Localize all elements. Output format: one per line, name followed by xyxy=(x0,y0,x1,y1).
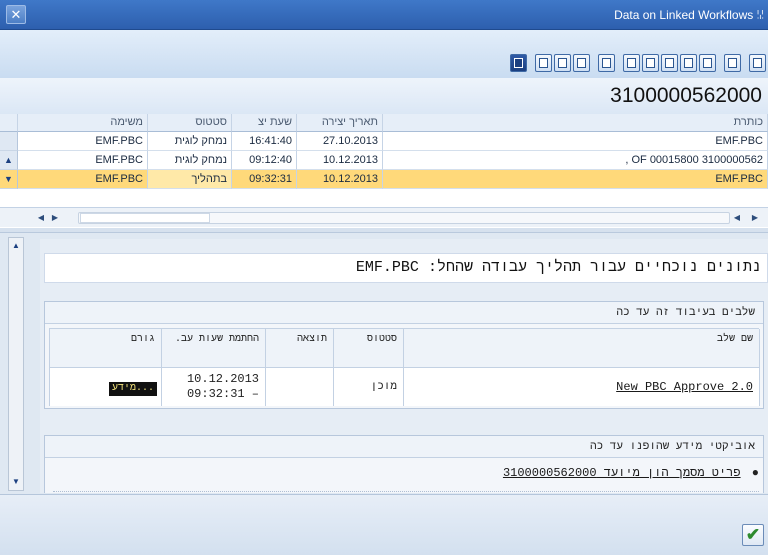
wait-time: 09:32:31 – xyxy=(186,387,259,401)
table-row[interactable]: EMF.PBC נמחק לוגית 16:41:40 27.10.2013 E… xyxy=(0,132,768,151)
cell-title: EMF.PBC xyxy=(383,170,768,189)
step-link[interactable]: New PBC Approve 2.0 xyxy=(616,380,753,394)
filter-icon[interactable] xyxy=(598,54,615,72)
cell-status: בתהליך xyxy=(148,170,232,189)
cell-title: EMF.PBC xyxy=(383,132,768,151)
scroll-thumb[interactable] xyxy=(80,213,210,223)
scroll-up-icon[interactable]: ▲ xyxy=(11,241,21,251)
objects-section-title: אוביקטי מידע שהופנו עד כה xyxy=(45,436,763,458)
divider xyxy=(53,491,759,492)
detail-panel: ▲ ▼ נתונים נוכחיים עבור תהליך עבודה שהחל… xyxy=(0,232,768,494)
row-selector-header[interactable] xyxy=(0,114,18,132)
find-icon[interactable] xyxy=(661,54,678,72)
detail-content: נתונים נוכחיים עבור תהליך עבודה שהחל: EM… xyxy=(40,239,768,493)
vertical-scrollbar[interactable]: ▲ ▼ xyxy=(8,237,24,491)
toolbar-icons xyxy=(508,54,766,74)
column-header-task[interactable]: משימה xyxy=(18,114,148,132)
steps-table: גורם החתמת שעות עב. תוצאה סטטוס שם שלב מ… xyxy=(49,328,760,406)
sort-descending-icon[interactable] xyxy=(642,54,659,72)
scroll-down-icon[interactable]: ▼ xyxy=(11,477,21,487)
cell-created-time: 09:12:40 xyxy=(232,151,297,170)
workflow-table: משימה סטטוס שעת יצ תאריך יצירה כותרת EMF… xyxy=(0,114,768,232)
cell-agent: מידע... xyxy=(50,368,162,406)
list-item: ● פריט מסמך הון מיועד 3100000562000 xyxy=(53,466,759,486)
bullet-icon: ● xyxy=(751,466,759,480)
column-header-wait-time: החתמת שעות עב. xyxy=(162,329,266,368)
info-icon[interactable] xyxy=(510,54,527,72)
export-icon[interactable] xyxy=(554,54,571,72)
cell-title: , OF 00015800 3100000562 xyxy=(383,151,768,170)
cell-step-name: New PBC Approve 2.0 xyxy=(404,368,760,406)
steps-section-title: שלבים בעיבוד זה עד כה xyxy=(45,302,763,324)
toolbar xyxy=(0,30,768,78)
cell-status: נמחק לוגית xyxy=(148,132,232,151)
column-header-agent: גורם xyxy=(50,329,162,368)
header-band: 3100000562000 xyxy=(0,78,768,114)
confirm-button[interactable]: ✔ xyxy=(742,524,764,546)
print-icon[interactable] xyxy=(573,54,590,72)
cell-task: EMF.PBC xyxy=(18,170,148,189)
scroll-left-icon[interactable]: ◀ xyxy=(34,211,48,224)
table-view-icon[interactable] xyxy=(535,54,552,72)
scroll-right-icon[interactable]: ▶ xyxy=(748,211,762,224)
agent-info-link[interactable]: מידע... xyxy=(108,382,157,396)
detail-icon[interactable] xyxy=(749,54,766,72)
horizontal-scrollbar[interactable]: ◀ ▶ ◀ ▶ xyxy=(0,207,768,227)
column-header-status[interactable]: סטטוס xyxy=(148,114,232,132)
title-bar: ✕ Data on Linked Workflows ꗹ xyxy=(0,0,768,30)
steps-section: שלבים בעיבוד זה עד כה גורם החתמת שעות עב… xyxy=(44,301,764,409)
wait-date: 10.12.2013 xyxy=(186,372,259,386)
column-header-created-date[interactable]: תאריך יצירה xyxy=(297,114,383,132)
document-number: 3100000562000 xyxy=(610,84,762,107)
cell-created-time: 16:41:40 xyxy=(232,132,297,151)
save-layout-icon[interactable] xyxy=(680,54,697,72)
table-row[interactable]: EMF.PBC נמחק לוגית 09:12:40 10.12.2013 ,… xyxy=(0,151,768,170)
cell-created-date: 10.12.2013 xyxy=(297,170,383,189)
cell-created-date: 10.12.2013 xyxy=(297,151,383,170)
table-row-selected[interactable]: EMF.PBC בתהליך 09:32:31 10.12.2013 EMF.P… xyxy=(0,170,768,189)
column-header-step-name: שם שלב xyxy=(404,329,760,368)
cell-status: מוכן xyxy=(334,368,404,406)
detail-heading: נתונים נוכחיים עבור תהליך עבודה שהחל: EM… xyxy=(44,253,768,283)
footer: ✔ xyxy=(0,494,768,555)
change-layout-icon[interactable] xyxy=(724,54,741,72)
choose-layout-icon[interactable] xyxy=(699,54,716,72)
column-header-status: סטטוס xyxy=(334,329,404,368)
sort-ascending-icon[interactable] xyxy=(623,54,640,72)
objects-section: אוביקטי מידע שהופנו עד כה ● פריט מסמך הו… xyxy=(44,435,764,493)
column-header-result: תוצאה xyxy=(266,329,334,368)
cell-created-date: 27.10.2013 xyxy=(297,132,383,151)
scroll-right-icon[interactable]: ▶ xyxy=(48,211,62,224)
scroll-left-icon[interactable]: ◀ xyxy=(730,211,744,224)
cell-wait-time: 10.12.2013 09:32:31 – xyxy=(162,368,266,406)
cell-task: EMF.PBC xyxy=(18,132,148,151)
cell-result xyxy=(266,368,334,406)
window-title: Data on Linked Workflows ꗹ xyxy=(614,8,764,22)
column-header-title[interactable]: כותרת xyxy=(383,114,768,132)
cell-task: EMF.PBC xyxy=(18,151,148,170)
cell-created-time: 09:32:31 xyxy=(232,170,297,189)
column-header-created-time[interactable]: שעת יצ xyxy=(232,114,297,132)
cell-status: נמחק לוגית xyxy=(148,151,232,170)
object-link[interactable]: פריט מסמך הון מיועד 3100000562000 xyxy=(503,466,741,480)
close-button[interactable]: ✕ xyxy=(6,5,26,24)
